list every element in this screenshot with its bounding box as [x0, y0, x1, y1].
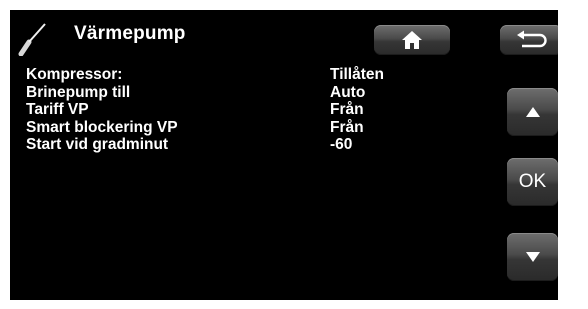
- screwdriver-icon: [18, 23, 46, 56]
- setting-label: Tariff VP: [26, 101, 89, 118]
- setting-value: -60: [330, 136, 353, 153]
- setting-value: Tillåten: [330, 66, 384, 83]
- ok-label: OK: [518, 171, 547, 192]
- display-screen: Värmepump Kompressor: Tillåten Brinepump…: [10, 10, 558, 300]
- setting-value: Auto: [330, 83, 366, 101]
- up-button[interactable]: [507, 88, 558, 136]
- home-icon: [402, 31, 422, 49]
- setting-label: Smart blockering VP: [26, 118, 178, 136]
- setting-label: Kompressor:: [26, 66, 123, 83]
- down-button[interactable]: [507, 233, 558, 281]
- setting-row-kompressor[interactable]: Kompressor: Tillåten: [26, 66, 496, 84]
- setting-value: Från: [330, 101, 364, 118]
- page-title: Värmepump: [74, 23, 186, 44]
- setting-row-start-gradminut[interactable]: Start vid gradminut -60: [26, 136, 496, 154]
- setting-label: Brinepump till: [26, 83, 131, 101]
- back-arrow-icon: [517, 30, 547, 48]
- triangle-up-icon: [525, 107, 540, 117]
- setting-value: Från: [330, 118, 364, 136]
- home-button[interactable]: [374, 25, 450, 55]
- ok-button[interactable]: OK: [507, 158, 558, 206]
- setting-row-tariff[interactable]: Tariff VP Från: [26, 101, 496, 119]
- back-button[interactable]: [500, 25, 558, 55]
- setting-label: Start vid gradminut: [26, 136, 169, 153]
- settings-list: Kompressor: Tillåten Brinepump till Auto…: [26, 66, 496, 154]
- triangle-down-icon: [525, 252, 540, 262]
- setting-row-brinepump[interactable]: Brinepump till Auto: [26, 84, 496, 102]
- setting-row-smart-blockering[interactable]: Smart blockering VP Från: [26, 119, 496, 137]
